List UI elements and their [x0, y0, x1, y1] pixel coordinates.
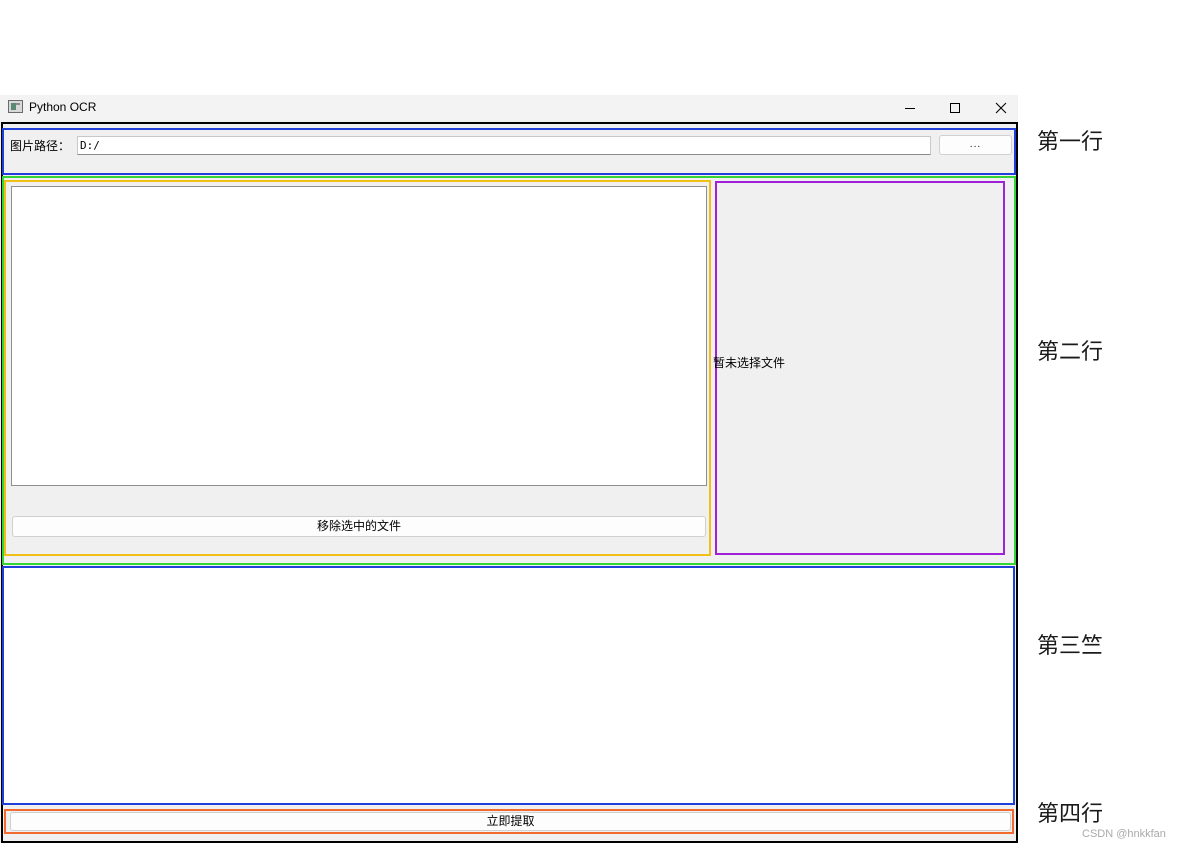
window-title: Python OCR — [29, 100, 97, 114]
close-icon — [995, 102, 1007, 113]
result-text-area[interactable] — [2, 566, 1015, 805]
browse-button[interactable]: ... — [939, 135, 1012, 155]
minimize-icon — [905, 107, 915, 109]
watermark: CSDN @hnkkfan — [1082, 828, 1166, 840]
preview-placeholder-text: 暂未选择文件 — [713, 356, 786, 370]
app-window: Python OCR 图片路径： D:/ ... 移除选中的文件 暂未选择文件 — [0, 95, 1018, 843]
annotation-row2: 第二行 — [1037, 340, 1104, 365]
remove-selected-button[interactable]: 移除选中的文件 — [12, 516, 706, 537]
extract-button[interactable]: 立即提取 — [10, 812, 1011, 831]
minimize-button[interactable] — [887, 95, 933, 120]
title-bar: Python OCR — [0, 95, 1018, 120]
annotation-row3: 第三竺 — [1037, 634, 1104, 659]
annotation-row4: 第四行 — [1037, 802, 1104, 827]
path-input[interactable]: D:/ — [77, 136, 931, 155]
file-list[interactable] — [11, 186, 707, 486]
path-label: 图片路径： — [10, 139, 71, 153]
annotation-row1: 第一行 — [1037, 130, 1104, 155]
close-button[interactable] — [978, 95, 1024, 120]
maximize-button[interactable] — [932, 95, 978, 120]
maximize-icon — [950, 102, 960, 113]
app-icon — [8, 100, 23, 113]
